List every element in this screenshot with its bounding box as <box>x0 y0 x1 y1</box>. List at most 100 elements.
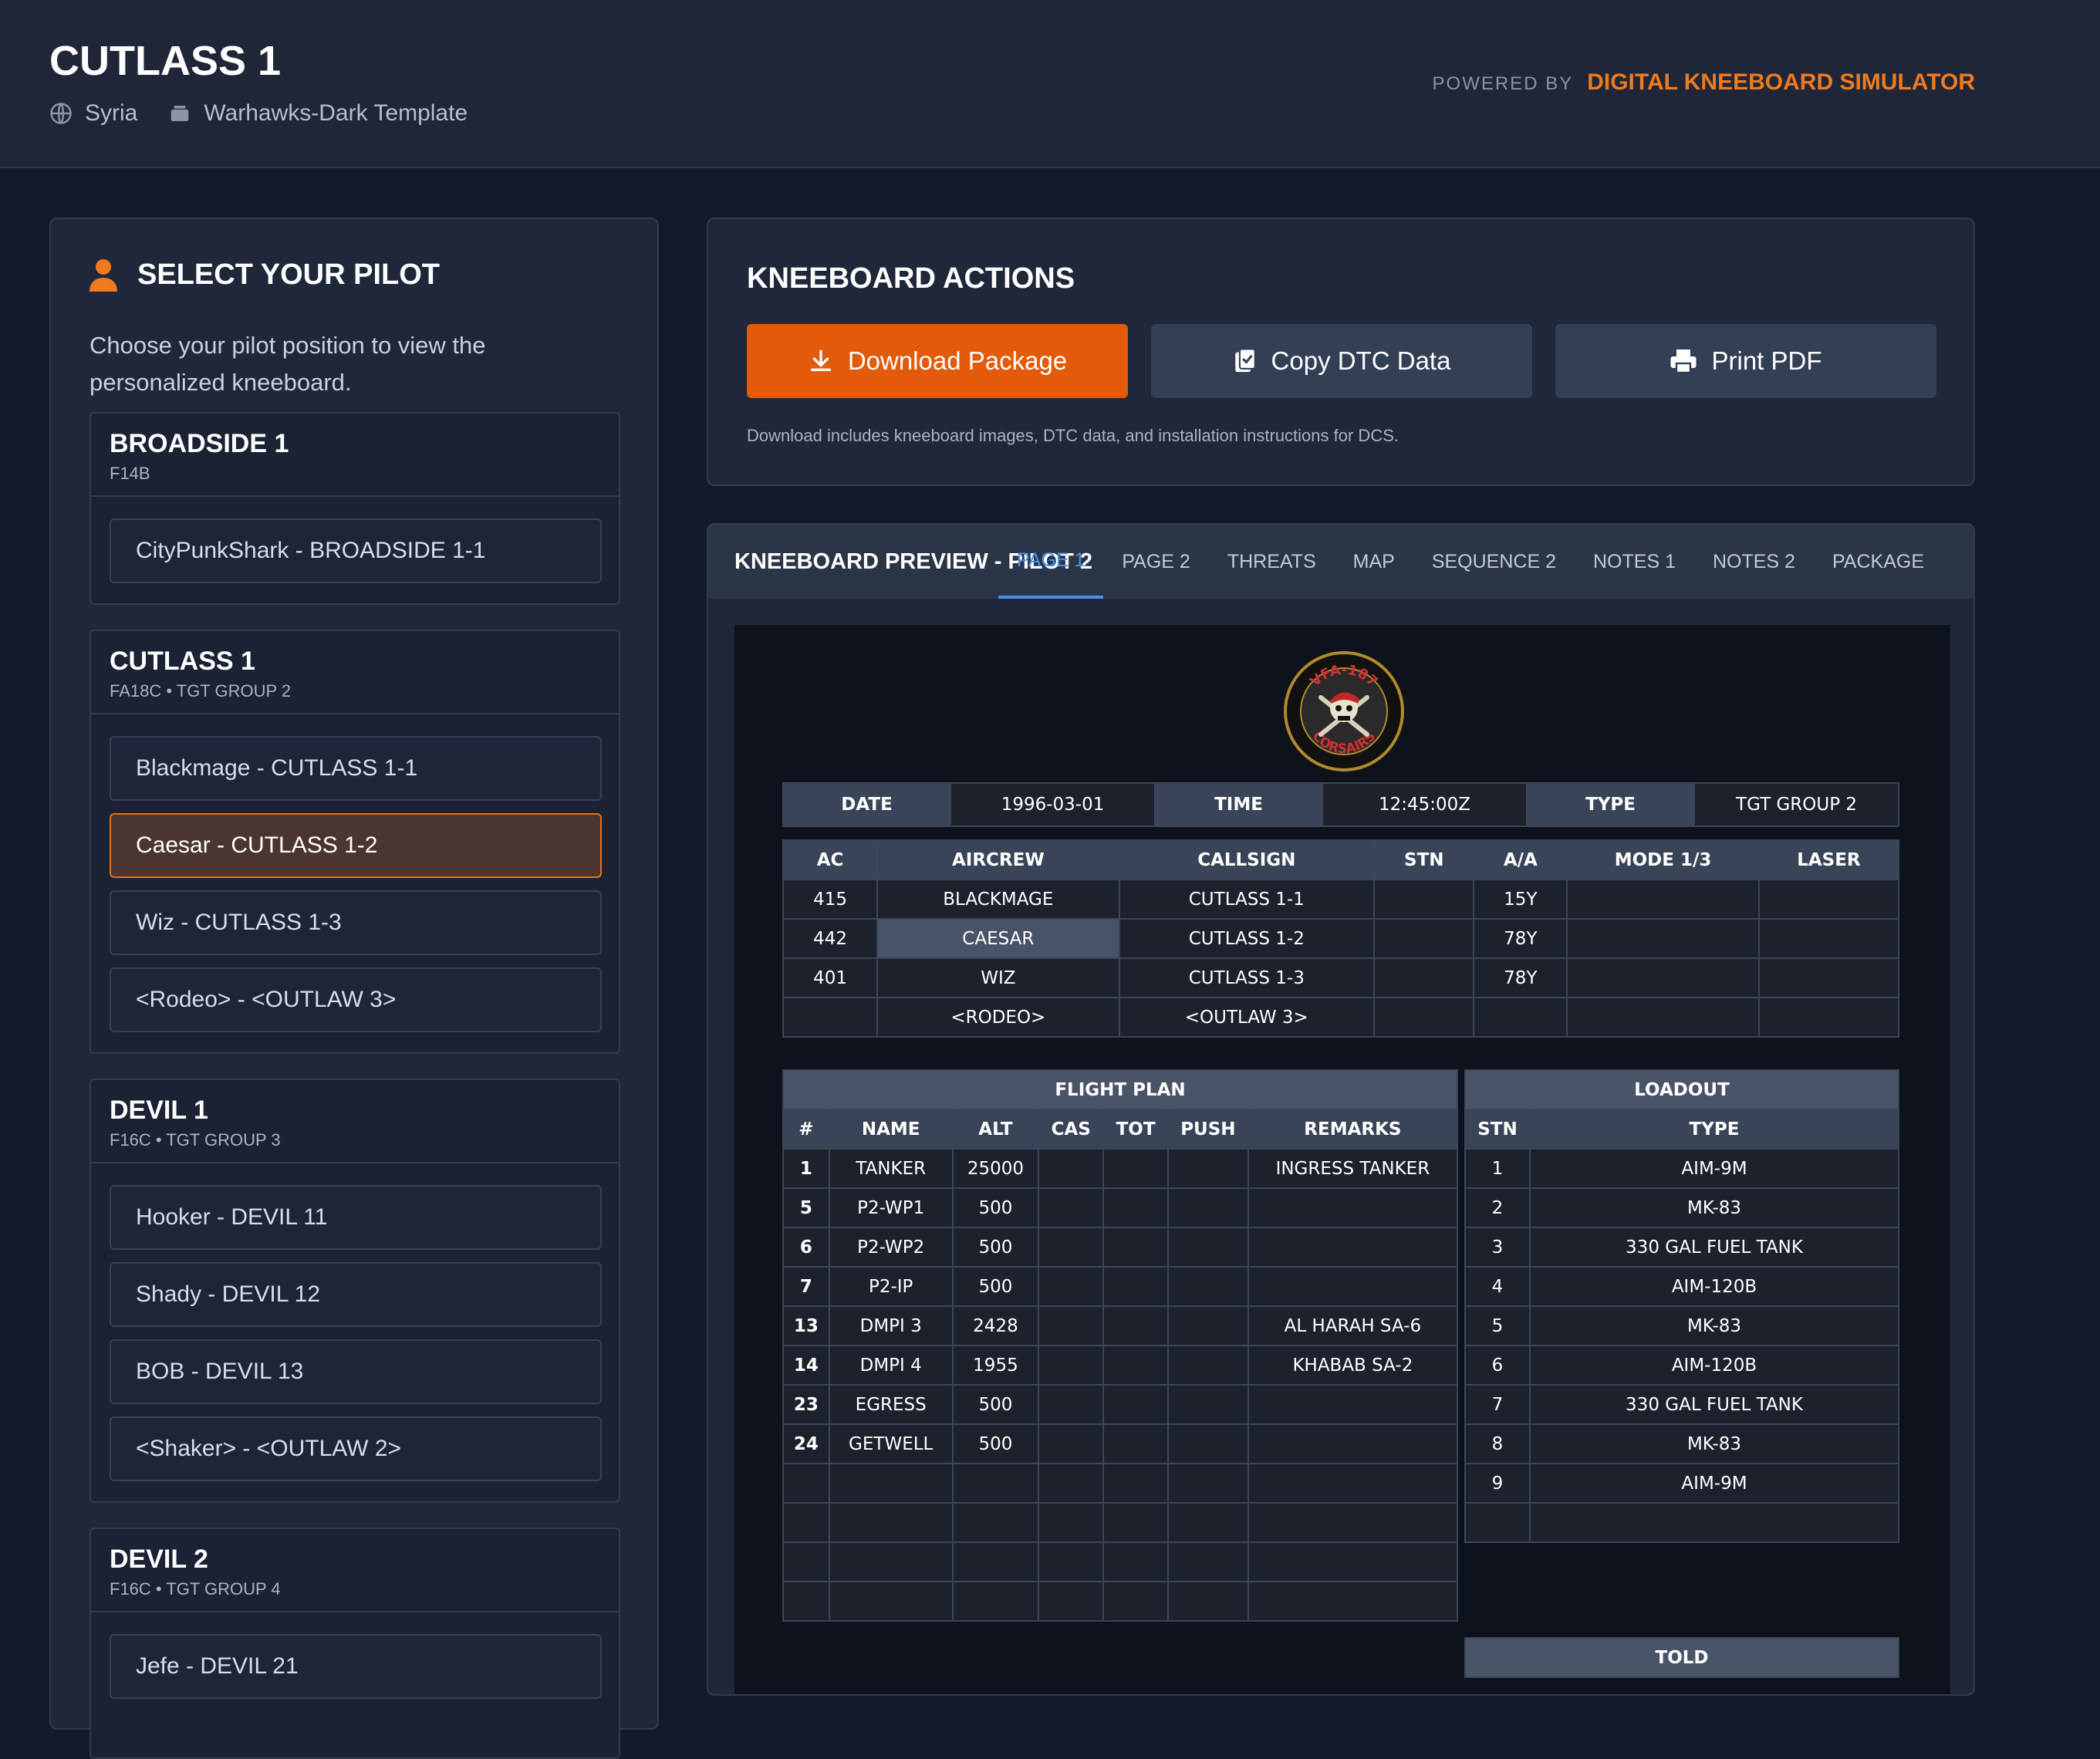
table-row: 6 AIM-120B <box>1464 1345 1899 1386</box>
mission-meta: Syria Warhawks-Dark Template <box>49 100 498 127</box>
download-icon <box>810 349 831 372</box>
preview-header: KNEEBOARD PREVIEW - PILOT 2 PAGE 1 PAGE … <box>708 525 1973 599</box>
copy-dtc-button[interactable]: Copy DTC Data <box>1151 324 1532 398</box>
table-cell: AIM-120B <box>1529 1266 1899 1307</box>
pilot-select-panel: SELECT YOUR PILOT Choose your pilot posi… <box>49 218 659 1759</box>
table-cell: BLACKMAGE <box>876 879 1120 920</box>
page-title: CUTLASS 1 <box>49 38 282 84</box>
table-cell <box>1166 1187 1249 1228</box>
table-row <box>782 1581 1459 1622</box>
pilot-option[interactable]: Hooker - DEVIL 11 <box>110 1185 602 1250</box>
pilot-option[interactable]: CityPunkShark - BROADSIDE 1-1 <box>110 518 602 583</box>
column-header: TYPE <box>1529 1109 1899 1150</box>
table-row: <RODEO> <OUTLAW 3> <box>782 997 1900 1038</box>
table-cell <box>1102 1541 1169 1582</box>
table-row: 5 P2-WP1 500 <box>782 1187 1459 1228</box>
table-cell <box>1038 1463 1105 1504</box>
tab-sequence-2[interactable]: SEQUENCE 2 <box>1413 525 1575 599</box>
date-header: DATE <box>782 782 952 827</box>
layers-icon <box>171 106 189 121</box>
table-cell <box>1247 1502 1459 1543</box>
pilot-option[interactable]: <Shaker> - <OUTLAW 2> <box>110 1416 602 1481</box>
table-cell: 2428 <box>951 1305 1040 1346</box>
tab-notes-1[interactable]: NOTES 1 <box>1575 525 1694 599</box>
table-cell: AIM-9M <box>1529 1148 1899 1189</box>
table-cell <box>1102 1502 1169 1543</box>
column-header: ALT <box>951 1109 1040 1150</box>
flight-group-cutlass-1: CUTLASS 1 FA18C • TGT GROUP 2 Blackmage … <box>89 630 620 1054</box>
table-cell <box>1038 1502 1105 1543</box>
flight-group-devil-1: DEVIL 1 F16C • TGT GROUP 3 Hooker - DEVI… <box>89 1079 620 1503</box>
table-row: 1 TANKER 25000 INGRESS TANKER <box>782 1148 1459 1189</box>
type-value: TGT GROUP 2 <box>1693 782 1899 827</box>
table-cell <box>1166 1502 1249 1543</box>
table-header-row: AC AIRCREW CALLSIGN STN A/A MODE 1/3 LAS… <box>782 839 1900 880</box>
loadout-rows: 1 AIM-9M 2 MK-83 3 330 GAL FUEL TANK 4 AIM-120B… <box>1464 1148 1899 1543</box>
tab-page-2[interactable]: PAGE 2 <box>1103 525 1208 599</box>
table-cell <box>1102 1384 1169 1425</box>
column-header: CALLSIGN <box>1118 839 1376 880</box>
table-cell: 1 <box>1464 1148 1531 1189</box>
table-cell <box>1166 1581 1249 1622</box>
download-package-button[interactable]: Download Package <box>747 324 1128 398</box>
table-cell: 5 <box>782 1187 830 1228</box>
tab-notes-2[interactable]: NOTES 2 <box>1694 525 1814 599</box>
flight-group-header: DEVIL 2 F16C • TGT GROUP 4 <box>91 1529 619 1612</box>
table-cell: 14 <box>782 1345 830 1386</box>
table-cell: 2 <box>1464 1187 1531 1228</box>
tab-page-1[interactable]: PAGE 1 <box>998 525 1104 599</box>
table-cell <box>1757 957 1900 998</box>
column-header: AC <box>782 839 879 880</box>
table-cell <box>1247 1384 1459 1425</box>
table-cell: 23 <box>782 1384 830 1425</box>
table-cell: P2-IP <box>828 1266 954 1307</box>
type-header: TYPE <box>1525 782 1696 827</box>
table-cell <box>1529 1502 1899 1543</box>
copy-dtc-label: Copy DTC Data <box>1271 346 1451 375</box>
table-cell <box>1166 1305 1249 1346</box>
table-row: 415 BLACKMAGE CUTLASS 1-1 15Y <box>782 879 1900 920</box>
pilot-option[interactable]: Jefe - DEVIL 21 <box>110 1634 602 1699</box>
flight-group-broadside-1: BROADSIDE 1 F14B CityPunkShark - BROADSI… <box>89 412 620 605</box>
table-cell: 7 <box>782 1266 830 1307</box>
table-cell <box>1038 1305 1105 1346</box>
table-cell <box>1166 1423 1249 1464</box>
table-cell: 6 <box>1464 1345 1531 1386</box>
squadron-emblem: VFA-187 CORSAIRS <box>1284 651 1404 771</box>
table-cell <box>1102 1423 1169 1464</box>
table-cell: 6 <box>782 1227 830 1268</box>
table-cell: 1 <box>782 1148 830 1189</box>
table-row: 2 MK-83 <box>1464 1187 1899 1228</box>
table-row: 7 330 GAL FUEL TANK <box>1464 1384 1899 1425</box>
loadout-table: LOADOUT STN TYPE 1 AIM-9M 2 MK-83 3 330 GAL F… <box>1464 1069 1899 1543</box>
told-title: TOLD <box>1464 1637 1899 1678</box>
pilot-select-heading: SELECT YOUR PILOT <box>89 258 440 292</box>
table-row: 4 AIM-120B <box>1464 1266 1899 1307</box>
table-cell <box>1102 1148 1169 1189</box>
flight-group-sub: F16C • TGT GROUP 3 <box>110 1130 281 1150</box>
table-cell <box>1757 879 1900 920</box>
pilot-option[interactable]: Wiz - CUTLASS 1-3 <box>110 890 602 955</box>
column-header: TOT <box>1102 1109 1169 1150</box>
pilot-option[interactable]: BOB - DEVIL 13 <box>110 1339 602 1404</box>
table-header-row: # NAME ALT CAS TOT PUSH REMARKS <box>782 1109 1459 1150</box>
table-cell <box>951 1463 1040 1504</box>
column-header: MODE 1/3 <box>1566 839 1760 880</box>
pilot-option[interactable]: Shady - DEVIL 12 <box>110 1262 602 1327</box>
table-cell: CUTLASS 1-2 <box>1118 918 1376 959</box>
table-cell <box>1166 1148 1249 1189</box>
table-cell <box>1166 1266 1249 1307</box>
brand-name[interactable]: DIGITAL KNEEBOARD SIMULATOR <box>1587 69 1975 96</box>
column-header: A/A <box>1473 839 1568 880</box>
pilot-option[interactable]: Blackmage - CUTLASS 1-1 <box>110 736 602 801</box>
tab-threats[interactable]: THREATS <box>1209 525 1335 599</box>
tab-map[interactable]: MAP <box>1335 525 1413 599</box>
globe-icon <box>50 103 72 124</box>
table-row: 401 WIZ CUTLASS 1-3 78Y <box>782 957 1900 998</box>
pilot-option-selected[interactable]: Caesar - CUTLASS 1-2 <box>110 813 602 878</box>
tab-package[interactable]: PACKAGE <box>1814 525 1943 599</box>
time-value: 12:45:00Z <box>1322 782 1528 827</box>
pilot-option[interactable]: <Rodeo> - <OUTLAW 3> <box>110 967 602 1032</box>
print-pdf-button[interactable]: Print PDF <box>1555 324 1936 398</box>
table-cell: CUTLASS 1-1 <box>1118 879 1376 920</box>
